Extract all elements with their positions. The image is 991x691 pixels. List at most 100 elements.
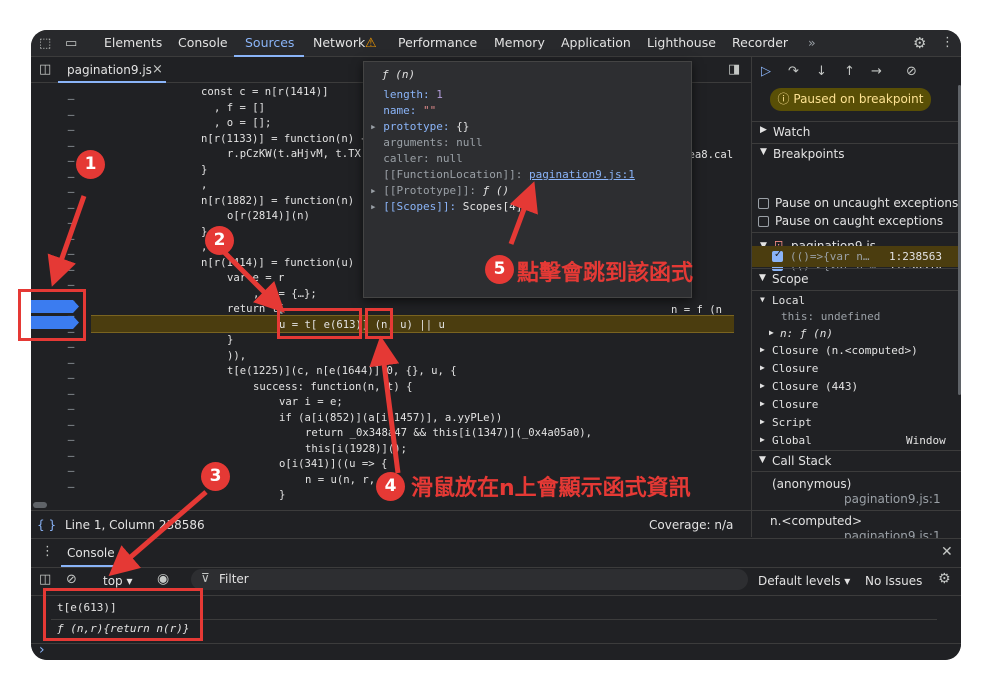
filter-placeholder: Filter [219, 572, 249, 586]
console-prompt[interactable]: › [39, 642, 45, 658]
scope-closure[interactable]: Closure [772, 398, 818, 411]
gutter-mark[interactable]: – [65, 139, 77, 152]
gutter-mark[interactable]: – [65, 247, 77, 260]
resume-icon[interactable]: ▷ [761, 65, 771, 78]
coverage-status[interactable]: Coverage: n/a [649, 518, 733, 532]
step-icon[interactable]: → [871, 65, 882, 78]
gutter-mark[interactable]: – [65, 185, 77, 198]
callstack-frame-1[interactable]: (anonymous) [772, 477, 851, 491]
gutter-mark[interactable]: – [65, 108, 77, 121]
gutter-mark[interactable]: – [65, 449, 77, 462]
callstack-frame-1-location[interactable]: pagination9.js:1 [844, 492, 941, 506]
scope-local[interactable]: Local [772, 294, 805, 307]
gutter-mark[interactable]: – [65, 216, 77, 229]
tab-network[interactable]: Network [313, 35, 365, 50]
step-out-icon[interactable]: ↑ [844, 65, 855, 78]
step-into-icon[interactable]: ↓ [816, 65, 827, 78]
issues-button[interactable]: No Issues [865, 574, 922, 588]
close-drawer-icon[interactable]: ✕ [941, 545, 953, 559]
tab-application[interactable]: Application [561, 35, 631, 50]
popover-row[interactable]: ▸ [[Scopes]]: Scopes[4] [370, 200, 522, 213]
filter-icon: ⊽ [201, 571, 210, 585]
deactivate-breakpoints-icon[interactable]: ⊘ [906, 65, 917, 78]
close-tab-icon[interactable]: × [152, 62, 163, 77]
chevron-right-icon: ▶ [769, 328, 774, 337]
console-settings-icon[interactable]: ⚙ [938, 572, 951, 586]
file-tab-pagination9[interactable]: pagination9.js [67, 63, 152, 77]
gutter-mark[interactable]: – [65, 402, 77, 415]
tab-sources[interactable]: Sources [245, 35, 294, 50]
gutter-mark[interactable]: – [65, 480, 77, 493]
gutter-mark[interactable]: – [65, 232, 77, 245]
sidebar-scrollbar[interactable] [958, 85, 961, 395]
pause-uncaught-checkbox[interactable] [758, 198, 769, 209]
function-location-link[interactable]: pagination9.js:1 [529, 168, 635, 181]
tab-lighthouse[interactable]: Lighthouse [647, 35, 716, 50]
more-tabs-icon[interactable]: » [808, 35, 816, 50]
code-line: } [201, 163, 208, 176]
tab-performance[interactable]: Performance [398, 35, 477, 50]
step-over-icon[interactable]: ↷ [788, 65, 799, 78]
log-levels-dropdown[interactable]: Default levels ▾ [758, 574, 850, 588]
code-line: )), [227, 349, 247, 362]
gutter-mark[interactable]: – [65, 418, 77, 431]
callstack-header: Call Stack [772, 454, 832, 468]
breakpoint-2-code[interactable]: (()=>{var n… [790, 250, 869, 263]
gutter-mark[interactable]: – [65, 371, 77, 384]
pause-caught-checkbox[interactable] [758, 216, 769, 227]
gutter-mark[interactable]: – [65, 340, 77, 353]
popover-row: arguments: null [370, 136, 482, 149]
drawer-tab-console[interactable]: Console [67, 546, 115, 560]
paused-label: Paused on breakpoint [793, 92, 924, 106]
context-selector[interactable]: top ▾ [103, 574, 133, 588]
inspect-element-icon[interactable]: ⬚ [39, 37, 51, 50]
scope-section[interactable]: ▼ Scope [751, 268, 961, 290]
popover-row[interactable]: [[FunctionLocation]]: pagination9.js:1 [370, 168, 635, 181]
scope-closure[interactable]: Global [772, 434, 812, 447]
toggle-debugger-icon[interactable]: ◨ [728, 63, 740, 76]
popover-row[interactable]: ▸ prototype: {} [370, 120, 469, 133]
settings-gear-icon[interactable]: ⚙ [913, 36, 926, 51]
toggle-navigator-icon[interactable]: ◫ [39, 63, 51, 76]
console-filter-input[interactable]: ⊽ Filter [191, 569, 748, 590]
chevron-down-icon: ▼ [759, 273, 766, 283]
drawer-menu-icon[interactable]: ⋮ [41, 545, 54, 558]
gutter-mark[interactable]: – [65, 123, 77, 136]
code-line: success: function(n, t) { [253, 380, 413, 393]
tab-elements[interactable]: Elements [104, 35, 162, 50]
scope-closure[interactable]: Closure (n.<computed>) [772, 344, 918, 357]
watch-section[interactable]: ▶ Watch [752, 121, 961, 142]
gutter-mark[interactable]: – [65, 464, 77, 477]
toggle-sidebar-icon[interactable]: ◫ [39, 573, 51, 586]
gutter-mark[interactable]: – [65, 263, 77, 276]
scope-header: Scope [772, 272, 809, 286]
gutter-mark[interactable]: – [65, 433, 77, 446]
code-line: o[r(2814)](n) [227, 210, 310, 222]
callstack-frame-2[interactable]: n.<computed> [770, 514, 862, 528]
popover-row[interactable]: ▸ [[Prototype]]: ƒ () [370, 184, 509, 197]
callstack-section[interactable]: ▼ Call Stack [751, 450, 961, 472]
scope-n[interactable]: n: ƒ (n) [780, 327, 833, 340]
pretty-print-icon[interactable]: { } [37, 518, 56, 532]
code-line: t[e(1225)](c, n[e(1644)] 0, {}, u, { [227, 365, 457, 377]
expand-arrow-icon: ▸ [370, 120, 384, 133]
gutter-mark[interactable]: – [65, 170, 77, 183]
scope-closure[interactable]: Closure [772, 362, 818, 375]
gutter-mark[interactable]: – [65, 387, 77, 400]
tab-console[interactable]: Console [178, 35, 228, 50]
gutter-mark[interactable]: – [65, 356, 77, 369]
scope-closure[interactable]: Script [772, 416, 812, 429]
breakpoints-section[interactable]: ▼ Breakpoints [752, 143, 961, 164]
gutter-mark[interactable]: – [65, 201, 77, 214]
scope-closure[interactable]: Closure (443) [772, 380, 858, 393]
tab-memory[interactable]: Memory [494, 35, 545, 50]
editor-scrollbar-thumb[interactable] [33, 502, 47, 508]
eye-icon[interactable]: ◉ [157, 572, 169, 586]
clear-console-icon[interactable]: ⊘ [66, 573, 77, 586]
device-toolbar-icon[interactable]: ▭ [65, 37, 77, 50]
tab-recorder[interactable]: Recorder [732, 35, 788, 50]
breakpoint-2-location[interactable]: 1:238563 [889, 250, 942, 263]
more-options-icon[interactable]: ⋮ [941, 36, 954, 49]
gutter-mark[interactable]: – [65, 92, 77, 105]
breakpoint-2-checkbox[interactable] [772, 249, 783, 262]
